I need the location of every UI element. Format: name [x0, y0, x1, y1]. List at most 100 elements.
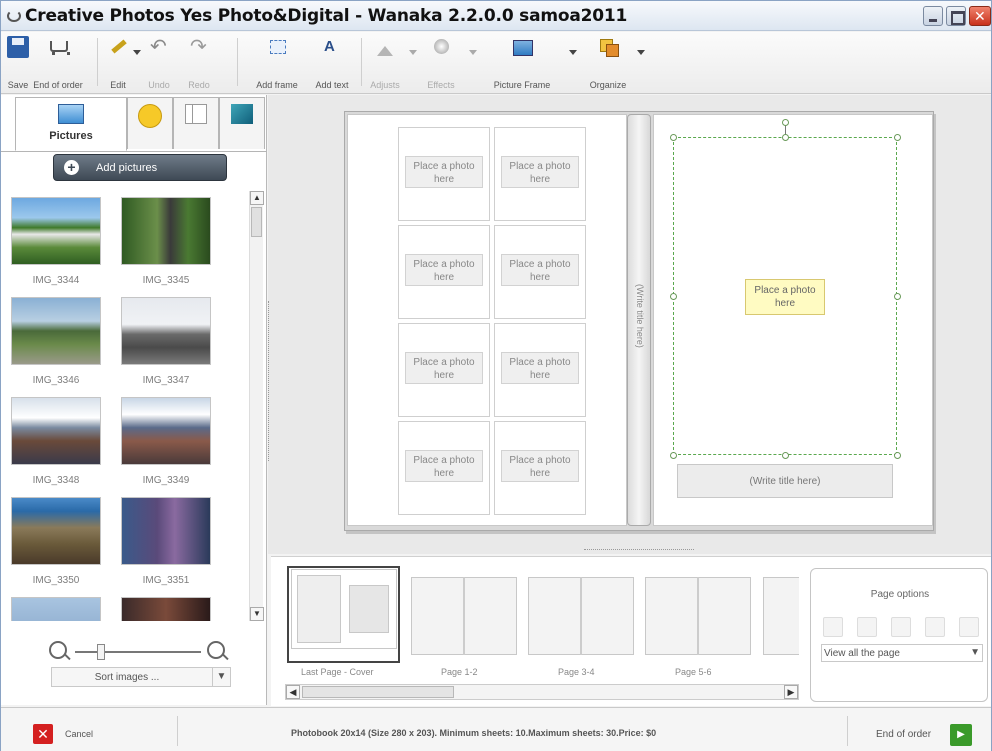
organize-button[interactable]: Organize: [583, 36, 633, 92]
page-delete-icon[interactable]: [959, 617, 979, 637]
toolbar-separator: [97, 38, 98, 86]
resize-handle[interactable]: [670, 452, 677, 459]
title-bar: Creative Photos Yes Photo&Digital - Wana…: [1, 1, 991, 31]
page-thumb-next[interactable]: [763, 577, 799, 657]
list-item[interactable]: IMG_3345: [121, 197, 211, 297]
resize-handle[interactable]: [894, 134, 901, 141]
thumbnail-image: [121, 297, 211, 365]
resize-handle[interactable]: [782, 452, 789, 459]
photo-slot[interactable]: Place a photo here: [494, 225, 586, 319]
add-frame-button[interactable]: Add frame: [251, 36, 303, 92]
thumbnail-list: IMG_3344 IMG_3345 IMG_3346 IMG_3347 IMG_…: [11, 191, 249, 621]
cart-icon: [47, 36, 70, 58]
list-item[interactable]: IMG_3351: [121, 497, 211, 597]
list-item[interactable]: [11, 597, 101, 621]
photo-slot[interactable]: Place a photo here: [398, 127, 490, 221]
photo-slot[interactable]: Place a photo here: [398, 225, 490, 319]
scrollbar-thumb[interactable]: [302, 686, 454, 698]
order-info: Photobook 20x14 (Size 280 x 203). Minimu…: [291, 728, 657, 738]
page-view-select[interactable]: View all the page ▼: [821, 644, 983, 662]
tab-backgrounds[interactable]: [219, 97, 265, 149]
left-panel: Pictures + Add pictures IMG_3344 IMG_334…: [1, 95, 267, 705]
scroll-down-icon[interactable]: ▼: [250, 607, 264, 621]
tab-pictures[interactable]: Pictures: [15, 97, 127, 151]
scroll-right-icon[interactable]: ▶: [784, 685, 798, 699]
panel-splitter[interactable]: [268, 301, 272, 461]
scroll-left-icon[interactable]: ◀: [286, 685, 300, 699]
effects-button[interactable]: Effects: [421, 36, 461, 92]
minimize-button[interactable]: [923, 6, 943, 26]
list-item[interactable]: [121, 597, 211, 621]
picture-frame-button[interactable]: Picture Frame: [489, 36, 555, 92]
thumbnail-image: [121, 197, 211, 265]
page-preview: [763, 577, 799, 655]
list-item[interactable]: IMG_3350: [11, 497, 101, 597]
list-item[interactable]: IMG_3349: [121, 397, 211, 497]
add-pictures-button[interactable]: + Add pictures: [53, 154, 227, 181]
thumbnail-image: [11, 597, 101, 621]
picture-frame-dropdown-arrow[interactable]: [569, 50, 577, 55]
layout-icon: [185, 104, 207, 124]
page-title-field[interactable]: (Write title here): [677, 464, 893, 498]
redo-button[interactable]: Redo: [181, 34, 217, 92]
toolbar-separator: [237, 38, 238, 86]
tab-cliparts[interactable]: [127, 97, 173, 149]
thumbnail-image: [11, 197, 101, 265]
resize-handle[interactable]: [894, 452, 901, 459]
page-add-icon[interactable]: [823, 617, 843, 637]
smiley-icon: [138, 104, 162, 128]
resize-handle[interactable]: [670, 293, 677, 300]
page-insert-icon[interactable]: [857, 617, 877, 637]
edit-button[interactable]: Edit: [103, 36, 133, 92]
resize-handle[interactable]: [782, 134, 789, 141]
zoom-slider-handle[interactable]: [97, 644, 105, 660]
filmstrip-scrollbar[interactable]: ◀ ▶: [285, 684, 799, 700]
adjust-dropdown-arrow[interactable]: [409, 50, 417, 55]
photo-slot[interactable]: Place a photo here: [398, 323, 490, 417]
effects-dropdown-arrow[interactable]: [469, 50, 477, 55]
photo-slot[interactable]: Place a photo here: [494, 127, 586, 221]
photo-slot[interactable]: Place a photo here: [494, 323, 586, 417]
save-button[interactable]: Save: [5, 36, 31, 92]
zoom-slider-track[interactable]: [75, 651, 201, 653]
filmstrip-splitter[interactable]: [584, 549, 694, 555]
photo-slot[interactable]: Place a photo here: [398, 421, 490, 515]
organize-dropdown-arrow[interactable]: [637, 50, 645, 55]
resize-handle[interactable]: [894, 293, 901, 300]
pictures-icon: [58, 104, 84, 124]
book-spine[interactable]: (Write title here): [627, 114, 651, 526]
maximize-button[interactable]: [946, 6, 966, 26]
tab-layouts[interactable]: [173, 97, 219, 149]
photo-slot[interactable]: Place a photo here: [494, 421, 586, 515]
page-move-left-icon[interactable]: [891, 617, 911, 637]
rotate-handle[interactable]: [782, 119, 789, 126]
photo-placeholder[interactable]: Place a photo here: [745, 279, 825, 315]
selected-page-indicator: [287, 566, 400, 663]
zoom-in-icon[interactable]: [207, 641, 225, 659]
tab-divider: [1, 151, 267, 152]
list-item[interactable]: IMG_3347: [121, 297, 211, 397]
left-page[interactable]: Place a photo here Place a photo here Pl…: [347, 114, 627, 526]
list-item[interactable]: IMG_3344: [11, 197, 101, 297]
zoom-out-icon[interactable]: [49, 641, 67, 659]
undo-button[interactable]: Undo: [141, 34, 177, 92]
resize-handle[interactable]: [670, 134, 677, 141]
add-text-button[interactable]: Add text: [309, 36, 355, 92]
page-preview-fold: [580, 577, 582, 655]
sort-images-select[interactable]: Sort images ... ▼: [51, 667, 231, 687]
scrollbar-thumb[interactable]: [251, 207, 262, 237]
list-item[interactable]: IMG_3348: [11, 397, 101, 497]
thumbnail-image: [121, 397, 211, 465]
close-button[interactable]: [969, 6, 991, 26]
page-move-right-icon[interactable]: [925, 617, 945, 637]
toolbar: Save End of order Edit Undo Redo Add fra…: [1, 32, 991, 94]
list-item[interactable]: IMG_3346: [11, 297, 101, 397]
app-icon: [7, 10, 21, 22]
scroll-up-icon[interactable]: ▲: [250, 191, 264, 205]
save-icon: [7, 36, 29, 58]
status-separator: [177, 716, 178, 746]
edit-dropdown-arrow[interactable]: [133, 50, 141, 55]
end-of-order-button[interactable]: End of order: [31, 36, 85, 92]
adjust-button[interactable]: Adjusts: [367, 36, 403, 92]
thumbnail-scrollbar[interactable]: ▲ ▼: [249, 191, 264, 621]
